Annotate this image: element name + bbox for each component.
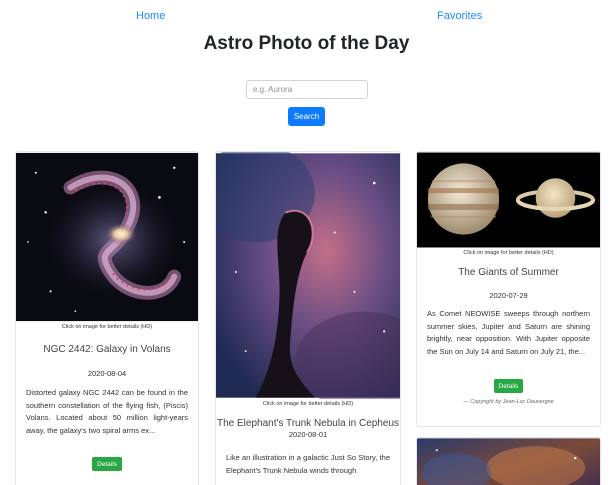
details-button[interactable]: Details <box>92 457 122 471</box>
card-description: As Comet NEOWISE sweeps through northern… <box>427 309 590 356</box>
details-button[interactable]: Details <box>493 379 524 393</box>
copyright-text: — Copyright by Jean-Luc Dauvergne <box>463 399 554 405</box>
card-title: NGC 2442: Galaxy in Volans <box>43 344 171 355</box>
image-caption: Click on image for better details (HD) <box>463 250 554 256</box>
apod-image-galaxy[interactable] <box>16 152 198 322</box>
card-date: 2020-07-29 <box>489 291 528 300</box>
search-button[interactable]: Search <box>288 107 325 126</box>
nav-favorites-link[interactable]: Favorites <box>437 10 482 22</box>
apod-image-nebula[interactable] <box>216 152 400 399</box>
apod-card <box>416 437 601 485</box>
card-date: 2020-08-04 <box>87 369 127 378</box>
card-description: Like an illustration in a galactic Just … <box>226 453 390 475</box>
image-caption: Click on image for better details (HD) <box>61 324 153 330</box>
apod-image-nebula[interactable] <box>417 438 600 485</box>
search-input[interactable] <box>246 80 368 99</box>
apod-card: Click on image for better details (HD) T… <box>215 151 401 485</box>
apod-image-planets[interactable] <box>417 152 600 248</box>
page-title: Astro Photo of the Day <box>203 33 410 54</box>
card-date: 2020-08-01 <box>288 430 328 439</box>
apod-card: Click on image for better details (HD) T… <box>416 151 601 427</box>
card-description: Distorted galaxy NGC 2442 can be found i… <box>26 388 188 435</box>
card-title: The Giants of Summer <box>458 267 559 278</box>
nav-home-link[interactable]: Home <box>136 10 165 22</box>
card-title: The Elephant's Trunk Nebula in Cepheus <box>216 418 400 429</box>
image-caption: Click on image for better details (HD) <box>262 401 354 407</box>
apod-card: Click on image for better details (HD) N… <box>15 151 199 485</box>
